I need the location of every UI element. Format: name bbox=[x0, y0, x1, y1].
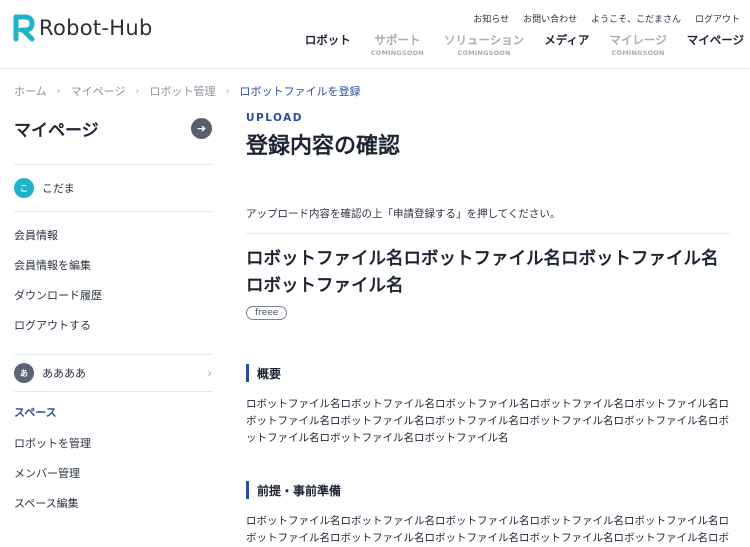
divider bbox=[14, 164, 212, 165]
robot-file-title: ロボットファイル名ロボットファイル名ロボットファイル名ロボットファイル名 bbox=[246, 249, 719, 296]
breadcrumb: ホーム › マイページ › ロボット管理 › ロボットファイルを登録 bbox=[14, 83, 360, 99]
divider bbox=[14, 211, 212, 212]
divider bbox=[246, 233, 730, 234]
nav-coming-soon: COMINGSOON bbox=[370, 49, 424, 57]
nav-mypage[interactable]: マイページ bbox=[687, 32, 744, 57]
sidebar: マイページ ➔ こ こだま 会員情報 会員情報を編集 ダウンロード履歴 ログアウ… bbox=[14, 112, 212, 518]
sidebar-item-member-info[interactable]: 会員情報 bbox=[14, 220, 212, 250]
util-link-logout[interactable]: ログアウト bbox=[695, 12, 740, 25]
breadcrumb-mypage[interactable]: マイページ bbox=[71, 83, 126, 99]
arrow-right-icon[interactable]: ➔ bbox=[191, 117, 212, 139]
nav-label: マイページ bbox=[686, 33, 744, 47]
main-nav: ロボット サポート COMINGSOON ソリューション COMINGSOON … bbox=[305, 32, 744, 57]
util-link-news[interactable]: お知らせ bbox=[473, 12, 509, 25]
nav-solution[interactable]: ソリューション COMINGSOON bbox=[444, 32, 524, 57]
sidebar-item-manage-robots[interactable]: ロボットを管理 bbox=[14, 428, 212, 458]
breadcrumb-robot-management[interactable]: ロボット管理 bbox=[149, 83, 215, 99]
chevron-right-icon: › bbox=[135, 85, 140, 97]
space-selector[interactable]: あ ああああ › bbox=[14, 355, 212, 391]
eyebrow: UPLOAD bbox=[246, 112, 304, 124]
sidebar-item-space-edit[interactable]: スペース編集 bbox=[14, 488, 212, 518]
nav-mileage[interactable]: マイレージ COMINGSOON bbox=[609, 32, 666, 57]
nav-label: メディア bbox=[544, 33, 590, 47]
logo-text: Robot-Hub bbox=[39, 16, 153, 40]
nav-robot[interactable]: ロボット bbox=[305, 32, 351, 57]
space-avatar: あ bbox=[14, 363, 34, 383]
utility-nav: お知らせ お問い合わせ ようこそ、こだまさん ログアウト bbox=[473, 12, 740, 25]
util-link-contact[interactable]: お問い合わせ bbox=[523, 12, 577, 25]
site-header: Robot-Hub お知らせ お問い合わせ ようこそ、こだまさん ログアウト ロ… bbox=[0, 0, 750, 69]
page-title: 登録内容の確認 bbox=[246, 134, 401, 159]
nav-coming-soon: COMINGSOON bbox=[457, 49, 511, 57]
divider bbox=[14, 391, 212, 392]
nav-label: サポート bbox=[374, 33, 421, 47]
nav-label: マイレージ bbox=[609, 33, 667, 47]
sidebar-user: こ こだま bbox=[14, 170, 212, 206]
breadcrumb-home[interactable]: ホーム bbox=[14, 83, 47, 99]
space-section-title: スペース bbox=[14, 406, 57, 419]
section-body-prerequisites: ロボットファイル名ロボットファイル名ロボットファイル名ロボットファイル名ロボット… bbox=[246, 515, 729, 544]
chevron-right-icon: › bbox=[207, 366, 212, 380]
nav-coming-soon: COMINGSOON bbox=[611, 49, 665, 57]
nav-label: ロボット bbox=[304, 33, 351, 47]
chevron-right-icon: › bbox=[225, 85, 230, 97]
chevron-right-icon: › bbox=[56, 85, 61, 97]
breadcrumb-current: ロボットファイルを登録 bbox=[239, 85, 361, 98]
util-welcome: ようこそ、こだまさん bbox=[591, 15, 681, 25]
nav-label: ソリューション bbox=[443, 33, 525, 47]
nav-media[interactable]: メディア bbox=[544, 32, 589, 57]
sidebar-header: マイページ ➔ bbox=[14, 112, 212, 144]
sidebar-title: マイページ bbox=[14, 120, 99, 141]
section-body-overview: ロボットファイル名ロボットファイル名ロボットファイル名ロボットファイル名ロボット… bbox=[246, 398, 729, 444]
nav-support[interactable]: サポート COMINGSOON bbox=[371, 32, 424, 57]
sidebar-item-download-history[interactable]: ダウンロード履歴 bbox=[14, 280, 212, 310]
instruction-text: アップロード内容を確認の上「申請登録する」を押してください。 bbox=[246, 208, 561, 220]
section-heading-overview: 概要 bbox=[246, 364, 730, 382]
user-avatar: こ bbox=[14, 178, 34, 198]
main-content: UPLOAD 登録内容の確認 アップロード内容を確認の上「申請登録する」を押して… bbox=[246, 112, 730, 547]
section-heading-prerequisites: 前提・事前準備 bbox=[246, 481, 730, 499]
logo[interactable]: Robot-Hub bbox=[13, 14, 153, 42]
user-name: こだま bbox=[42, 182, 75, 195]
tag-badge: freee bbox=[246, 306, 288, 320]
space-name: ああああ bbox=[42, 367, 86, 380]
robot-hub-logo-icon bbox=[13, 14, 35, 42]
sidebar-item-logout[interactable]: ログアウトする bbox=[14, 310, 212, 340]
sidebar-item-member-management[interactable]: メンバー管理 bbox=[14, 458, 212, 488]
sidebar-item-edit-member[interactable]: 会員情報を編集 bbox=[14, 250, 212, 280]
